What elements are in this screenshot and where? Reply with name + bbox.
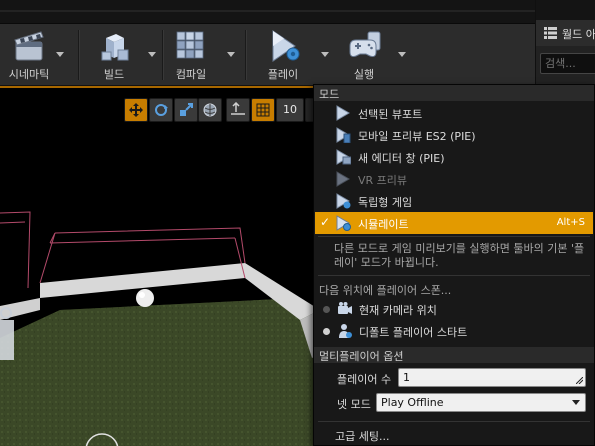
player-count-label: 플레이어 수: [337, 373, 392, 386]
play-gear-icon: [272, 30, 300, 62]
outliner-search-input[interactable]: [540, 53, 595, 74]
cinematics-label: 시네마틱: [8, 68, 50, 81]
build-dropdown-arrow[interactable]: [147, 50, 157, 60]
compile-dropdown-arrow[interactable]: [226, 50, 236, 60]
cinematics-button[interactable]: 시네마틱: [0, 24, 58, 86]
play-triangle-icon: [336, 105, 350, 121]
shortcut-label: Alt+S: [556, 217, 585, 228]
menu-separator: [318, 275, 590, 276]
launch-label: 실행: [353, 68, 375, 81]
menu-item-new-editor-window[interactable]: 새 에디터 창 (PIE): [315, 146, 593, 168]
scale-icon: [180, 103, 193, 116]
new-window-play-icon: [336, 149, 351, 165]
player-start-icon: [339, 324, 352, 338]
multiplayer-section-header: 멀티플레이어 옵션: [314, 347, 594, 363]
compile-cubes-icon: [176, 31, 204, 59]
chevron-down-icon: [572, 400, 580, 405]
mobile-preview-icon: [336, 127, 351, 143]
surface-snap-button[interactable]: [226, 98, 250, 122]
rotate-icon: [155, 104, 168, 116]
camera-icon: [338, 302, 352, 314]
play-label: 플레이: [267, 68, 299, 81]
outliner-title: 월드 아: [562, 28, 595, 41]
menu-item-label: 새 에디터 창 (PIE): [358, 152, 445, 165]
net-mode-row: 넷 모드 Play Offline: [315, 392, 593, 414]
play-dropdown-arrow[interactable]: [320, 50, 330, 60]
move-arrows-icon: [129, 103, 143, 117]
radio-button-selected[interactable]: [323, 328, 330, 335]
menu-item-label: 시뮬레이트: [358, 218, 409, 231]
launch-gamepad-icon: [349, 31, 381, 57]
menu-item-vr-preview[interactable]: VR 프리뷰: [315, 168, 593, 190]
menu-item-label: 선택된 뷰포트: [358, 108, 423, 121]
world-space-button[interactable]: [198, 98, 222, 122]
standalone-play-icon: [336, 193, 351, 209]
globe-icon: [203, 103, 217, 117]
list-icon: [544, 27, 557, 39]
scale-tool-button[interactable]: [174, 98, 198, 122]
clapperboard-icon: [14, 31, 44, 61]
menu-separator: [318, 236, 590, 237]
mode-section-header: 모드: [314, 85, 594, 101]
spawn-current-camera-option[interactable]: 현재 카메라 위치: [315, 299, 593, 319]
compile-label: 컴파일: [175, 68, 207, 81]
net-mode-label: 넷 모드: [337, 398, 371, 411]
menu-item-label: 독립형 게임: [358, 196, 413, 209]
simulate-play-icon: [336, 215, 351, 231]
menu-item-advanced-settings[interactable]: 고급 세팅...: [315, 424, 593, 446]
cinematics-dropdown-arrow[interactable]: [55, 50, 65, 60]
coordinate-space-group: [198, 98, 222, 122]
launch-button[interactable]: 실행: [336, 24, 392, 86]
grid-snap-button[interactable]: [251, 98, 275, 122]
mode-description: 다른 모드로 게임 미리보기를 실행하면 툴바의 기본 '플레이' 모드가 바뀝…: [334, 242, 585, 269]
translate-tool-button[interactable]: [124, 98, 148, 122]
play-options-menu: 모드 선택된 뷰포트 모바일 프리뷰 ES2 (PIE) 새 에디터 창 (PI…: [313, 84, 595, 446]
title-strip: [0, 0, 535, 24]
player-count-value: 1: [403, 371, 410, 384]
menu-item-label: 고급 세팅...: [335, 430, 390, 443]
toolbar-separator: [245, 30, 246, 80]
compile-button[interactable]: 컴파일: [162, 24, 220, 86]
rotate-tool-button[interactable]: [149, 98, 173, 122]
menu-separator: [318, 421, 590, 422]
player-count-row: 플레이어 수 1: [315, 367, 593, 389]
net-mode-value: Play Offline: [381, 396, 444, 409]
spawn-section-header: 다음 위치에 플레이어 스폰...: [319, 284, 452, 297]
transform-tools-group: [124, 98, 198, 122]
player-count-input[interactable]: 1: [398, 368, 586, 387]
net-mode-select[interactable]: Play Offline: [376, 393, 586, 412]
menu-item-standalone-game[interactable]: 독립형 게임: [315, 190, 593, 212]
menu-item-label: 모바일 프리뷰 ES2 (PIE): [358, 130, 476, 143]
spawn-default-player-start-option[interactable]: 디폴트 플레이어 스타트: [315, 321, 593, 341]
menu-item-selected-viewport[interactable]: 선택된 뷰포트: [315, 102, 593, 124]
menu-item-label: VR 프리뷰: [358, 174, 408, 187]
checkmark-icon: ✓: [320, 215, 331, 229]
outliner-top-strip: [536, 0, 595, 20]
main-toolbar: 시네마틱 빌드 컴파일 플레이 실행: [0, 24, 535, 86]
launch-dropdown-arrow[interactable]: [397, 50, 407, 60]
outliner-tab[interactable]: 월드 아: [536, 20, 595, 46]
radio-button[interactable]: [323, 306, 330, 313]
menu-item-mobile-preview[interactable]: 모바일 프리뷰 ES2 (PIE): [315, 124, 593, 146]
grid-icon: [256, 103, 270, 117]
play-button[interactable]: 플레이: [252, 24, 314, 86]
build-blocks-icon: [101, 34, 129, 61]
toolbar-separator: [78, 30, 79, 80]
spawn-option-label: 현재 카메라 위치: [359, 304, 437, 317]
spawn-option-label: 디폴트 플레이어 스타트: [359, 326, 468, 339]
menu-item-simulate[interactable]: ✓ 시뮬레이트 Alt+S: [315, 212, 593, 234]
snapping-group: 10: [226, 98, 317, 122]
build-button[interactable]: 빌드: [84, 24, 144, 86]
surface-snap-icon: [231, 102, 245, 115]
vr-play-icon: [336, 171, 350, 187]
build-label: 빌드: [103, 68, 125, 81]
grid-snap-value[interactable]: 10: [276, 98, 304, 122]
spin-handle-icon[interactable]: [576, 377, 583, 384]
